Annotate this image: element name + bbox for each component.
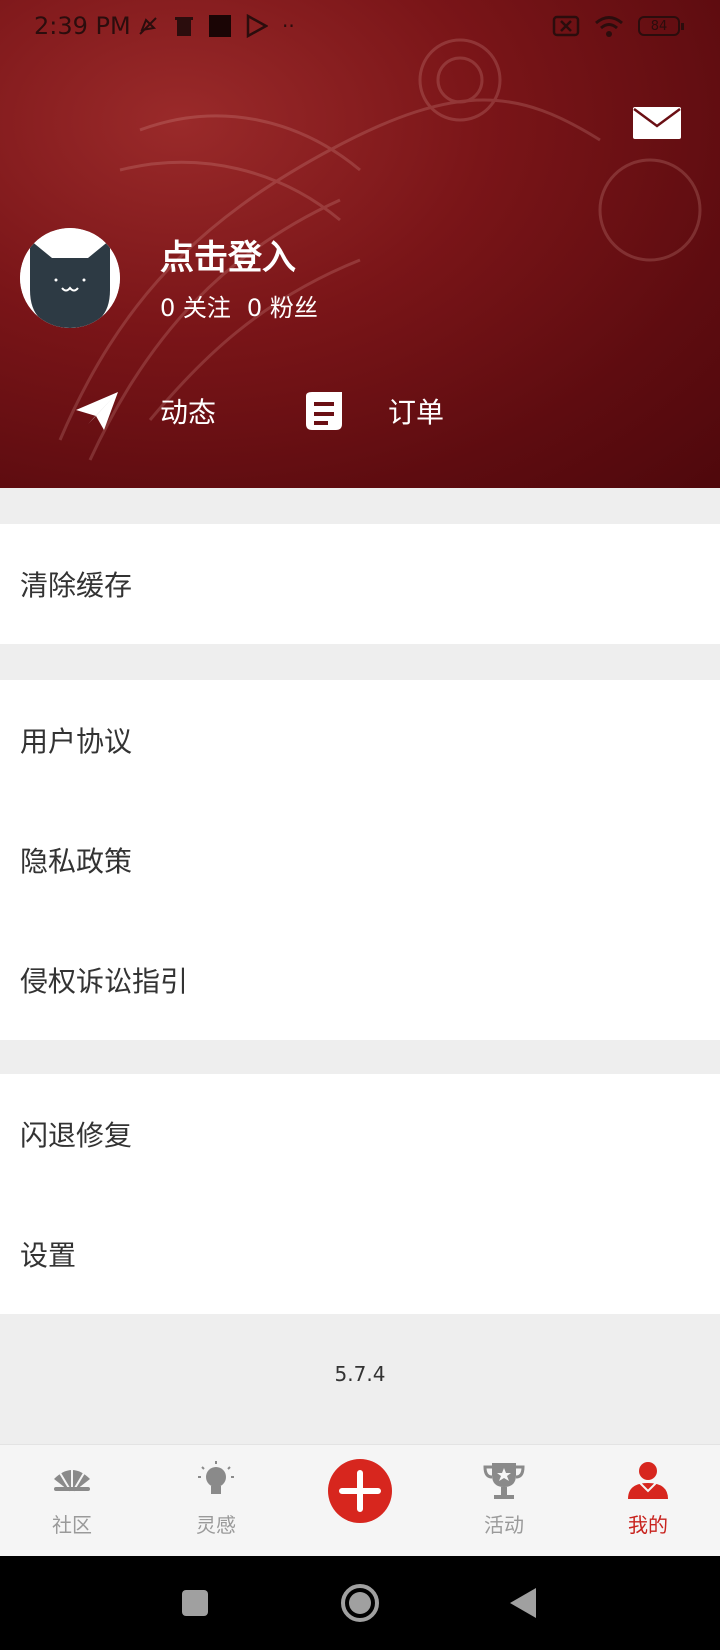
back-icon[interactable] [508, 1586, 538, 1620]
menu-item-clear-cache[interactable]: 清除缓存 [0, 524, 720, 644]
no-sim-icon [552, 15, 580, 37]
tab-mine-label: 我的 [628, 1513, 668, 1537]
trash-icon [175, 17, 193, 36]
tab-inspiration-label: 灵感 [196, 1513, 236, 1537]
profile-header: 2:39 PM ·· 84 点击登入 0 关注 0 粉丝 动态 订单 [0, 0, 720, 488]
following-stat[interactable]: 0 关注 [160, 288, 231, 323]
login-prompt[interactable]: 点击登入 [160, 230, 296, 279]
status-bar: 2:39 PM ·· 84 [0, 0, 720, 54]
menu-item-user-agreement[interactable]: 用户协议 [0, 680, 720, 800]
dynamics-button[interactable]: 动态 [74, 390, 216, 432]
following-count: 0 [160, 294, 176, 322]
menu-group-settings: 闪退修复 设置 [0, 1074, 720, 1314]
tab-activity[interactable]: 活动 [432, 1445, 576, 1557]
fan-icon [54, 1469, 90, 1494]
recents-icon[interactable] [180, 1588, 210, 1618]
battery-level: 84 [650, 18, 668, 34]
dynamics-label: 动态 [160, 396, 217, 429]
system-nav-bar [0, 1556, 720, 1650]
cat-avatar-icon [20, 228, 120, 328]
app-square-icon [209, 15, 231, 37]
status-time: 2:39 PM [34, 12, 131, 40]
person-icon [628, 1462, 668, 1499]
menu-item-infringement-guide[interactable]: 侵权诉讼指引 [0, 920, 720, 1040]
more-notifications-icon: ·· [282, 14, 295, 38]
trophy-icon [483, 1463, 525, 1499]
home-icon[interactable] [340, 1583, 380, 1623]
following-label: 关注 [182, 294, 231, 322]
tab-inspiration[interactable]: 灵感 [144, 1445, 288, 1557]
tab-community[interactable]: 社区 [0, 1445, 144, 1557]
fans-stat[interactable]: 0 粉丝 [247, 288, 318, 323]
app-version: 5.7.4 [334, 1362, 386, 1386]
mail-icon[interactable] [632, 106, 682, 140]
menu-item-settings[interactable]: 设置 [0, 1194, 720, 1314]
menu-group-cache: 清除缓存 [0, 524, 720, 644]
muted-notification-icon [139, 17, 157, 35]
menu-item-crash-fix[interactable]: 闪退修复 [0, 1074, 720, 1194]
follow-stats: 0 关注 0 粉丝 [160, 288, 318, 323]
wifi-icon [595, 16, 623, 37]
bottom-tab-bar: 社区 灵感 活动 我的 [0, 1444, 720, 1557]
paper-plane-icon [76, 392, 118, 430]
fans-label: 粉丝 [269, 294, 318, 322]
fans-count: 0 [246, 294, 263, 322]
plus-icon [339, 1470, 381, 1512]
battery-icon: 84 [638, 16, 684, 36]
tab-activity-label: 活动 [484, 1513, 524, 1537]
orders-label: 订单 [388, 396, 445, 429]
play-store-icon [246, 14, 268, 38]
lightbulb-icon [198, 1461, 234, 1494]
avatar[interactable] [20, 228, 120, 328]
order-scroll-icon [306, 392, 342, 430]
menu-group-legal: 用户协议 隐私政策 侵权诉讼指引 [0, 680, 720, 1040]
orders-button[interactable]: 订单 [302, 390, 444, 432]
tab-community-label: 社区 [52, 1513, 92, 1537]
menu-item-privacy-policy[interactable]: 隐私政策 [0, 800, 720, 920]
tab-mine[interactable]: 我的 [576, 1445, 720, 1557]
